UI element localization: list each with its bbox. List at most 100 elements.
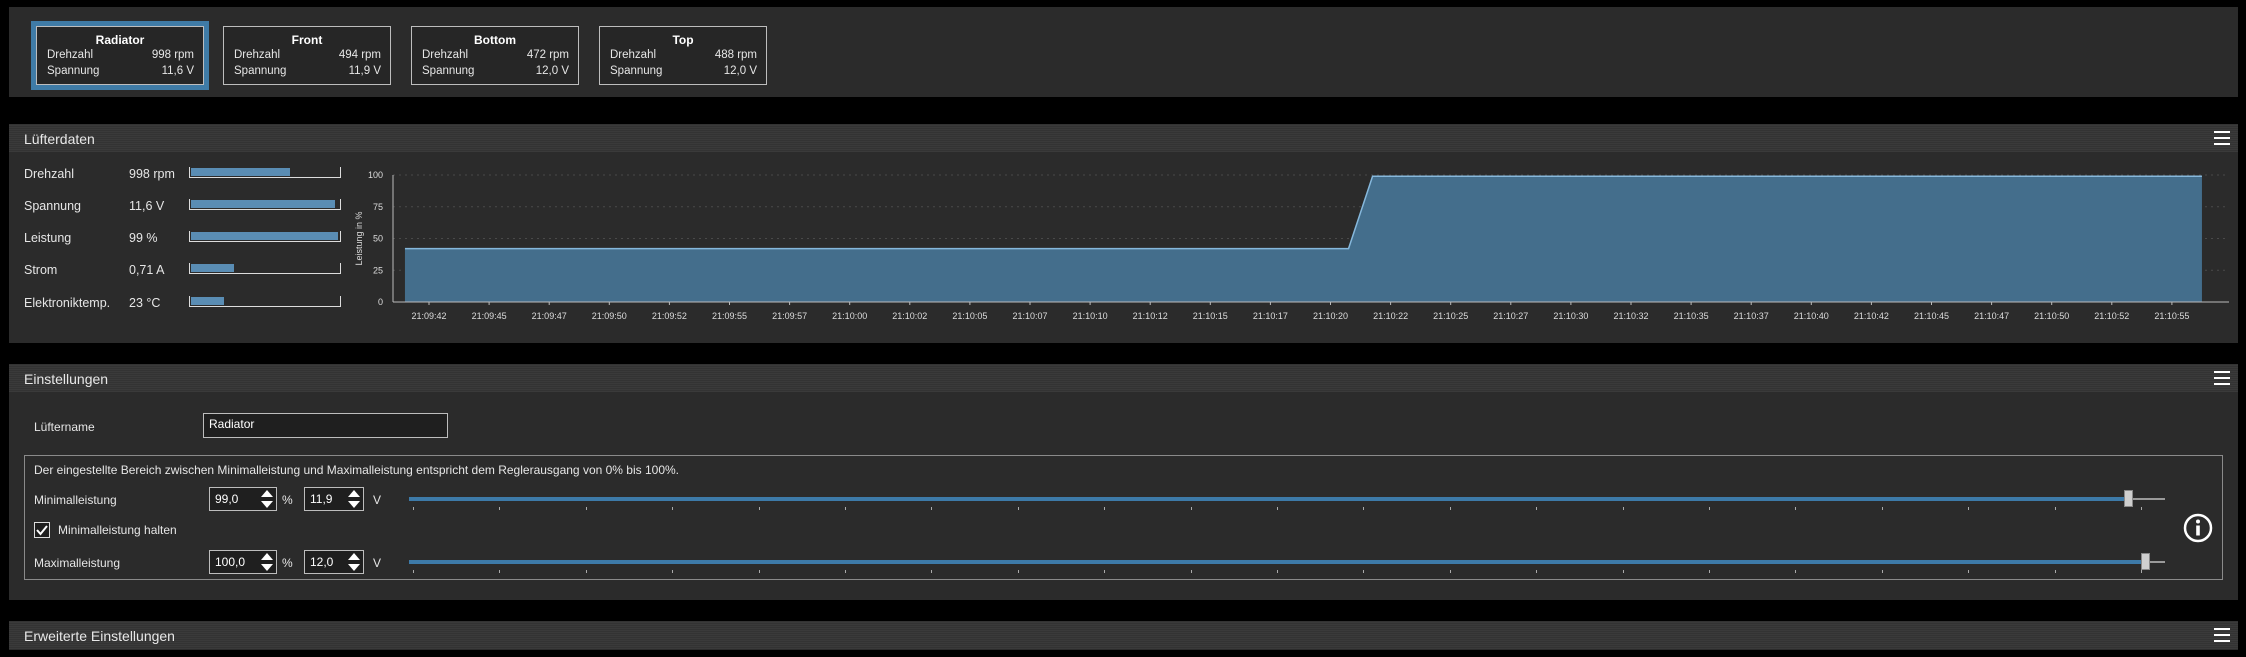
panel-header[interactable]: Erweiterte Einstellungen xyxy=(9,621,2238,649)
range-group: Der eingestellte Bereich zwischen Minima… xyxy=(24,455,2223,580)
x-tick-label: 21:10:00 xyxy=(832,311,867,321)
max-volt-value: 12,0 xyxy=(310,555,334,569)
x-tick-label: 21:10:47 xyxy=(1974,311,2009,321)
settings-panel: Einstellungen Lüftername Radiator Der ei… xyxy=(9,364,2238,600)
y-tick-label: 75 xyxy=(373,202,383,212)
x-tick-label: 21:10:17 xyxy=(1253,311,1288,321)
slider-tick xyxy=(585,570,587,573)
slider-tick xyxy=(499,507,501,510)
fan-card-front[interactable]: Front Drehzahl 494 rpm Spannung 11,9 V xyxy=(223,26,391,85)
hold-min-checkbox[interactable] xyxy=(34,522,50,538)
arrow-down-icon[interactable] xyxy=(348,564,360,571)
slider-tick xyxy=(1277,570,1278,573)
slider-thumb[interactable] xyxy=(2141,553,2150,570)
fan-card-voltage-label: Spannung xyxy=(422,65,475,77)
x-tick-label: 21:10:37 xyxy=(1734,311,1769,321)
min-volt-stepper[interactable]: 11,9 xyxy=(304,487,364,511)
x-tick-label: 21:10:42 xyxy=(1854,311,1889,321)
hold-min-label: Minimalleistung halten xyxy=(58,523,177,537)
x-tick-label: 21:09:55 xyxy=(712,311,747,321)
x-tick-label: 21:10:35 xyxy=(1674,311,1709,321)
min-percent-stepper[interactable]: 99,0 xyxy=(209,487,277,511)
y-tick-label: 50 xyxy=(373,234,383,244)
fan-card-voltage: 12,0 V xyxy=(535,65,569,77)
x-tick-label: 21:09:45 xyxy=(472,311,507,321)
fan-card-speed: 998 rpm xyxy=(151,49,194,61)
max-volt-stepper[interactable]: 12,0 xyxy=(304,550,364,574)
arrow-down-icon[interactable] xyxy=(261,564,273,571)
y-tick-label: 0 xyxy=(378,297,383,307)
min-volt-value: 11,9 xyxy=(310,492,333,506)
max-percent-stepper[interactable]: 100,0 xyxy=(209,550,277,574)
arrow-down-icon[interactable] xyxy=(261,501,273,508)
range-info-text: Der eingestellte Bereich zwischen Minima… xyxy=(34,463,679,477)
fan-card-voltage: 11,9 V xyxy=(348,65,381,77)
slider-tick xyxy=(845,570,846,573)
arrow-up-icon[interactable] xyxy=(348,553,360,560)
x-tick-label: 21:10:02 xyxy=(892,311,927,321)
arrow-down-icon[interactable] xyxy=(348,501,360,508)
x-tick-label: 21:10:10 xyxy=(1073,311,1108,321)
x-tick-label: 21:10:30 xyxy=(1553,311,1588,321)
fan-card-name: Top xyxy=(672,33,694,47)
x-tick-label: 21:09:57 xyxy=(772,311,807,321)
slider-rest xyxy=(2127,498,2165,500)
advanced-settings-title: Erweiterte Einstellungen xyxy=(24,628,175,644)
slider-tick xyxy=(413,570,414,573)
advanced-settings-panel: Erweiterte Einstellungen xyxy=(9,621,2238,650)
x-tick-label: 21:09:50 xyxy=(592,311,627,321)
settings-title: Einstellungen xyxy=(24,371,109,387)
x-tick-label: 21:10:27 xyxy=(1493,311,1528,321)
slider-tick xyxy=(845,507,846,510)
menu-icon[interactable] xyxy=(2214,628,2230,642)
slider-thumb[interactable] xyxy=(2123,490,2133,507)
slider-track xyxy=(409,560,2145,564)
fan-card-bottom[interactable]: Bottom Drehzahl 472 rpm Spannung 12,0 V xyxy=(411,26,579,85)
slider-tick xyxy=(413,507,414,510)
arrow-up-icon[interactable] xyxy=(348,490,360,497)
fan-card-name: Front xyxy=(291,33,323,47)
slider-tick xyxy=(2141,570,2142,573)
slider-tick xyxy=(1190,507,1192,510)
x-tick-label: 21:10:55 xyxy=(2154,311,2189,321)
arrow-up-icon[interactable] xyxy=(261,490,273,497)
slider-tick xyxy=(931,570,933,573)
slider-tick xyxy=(499,570,501,573)
fan-card-voltage-label: Spannung xyxy=(47,65,100,77)
slider-tick xyxy=(2054,570,2056,573)
slider-tick xyxy=(1449,507,1451,510)
x-tick-label: 21:10:45 xyxy=(1914,311,1949,321)
min-power-slider[interactable] xyxy=(409,486,2165,514)
fan-data-panel: Lüfterdaten Drehzahl 998 rpm Spannung 11… xyxy=(9,124,2238,343)
panel-header: Einstellungen xyxy=(9,364,2238,392)
slider-tick xyxy=(1190,570,1192,573)
max-power-slider[interactable] xyxy=(409,549,2165,577)
fan-card-speed: 472 rpm xyxy=(526,49,569,61)
slider-tick xyxy=(1881,507,1883,510)
x-tick-label: 21:10:52 xyxy=(2094,311,2129,321)
fan-card-name: Radiator xyxy=(95,33,145,47)
x-tick-label: 21:10:12 xyxy=(1133,311,1168,321)
max-percent-value: 100,0 xyxy=(215,555,246,569)
fan-card-speed-label: Drehzahl xyxy=(47,49,94,61)
x-tick-label: 21:10:50 xyxy=(2034,311,2069,321)
x-tick-label: 21:09:52 xyxy=(652,311,687,321)
fan-selection-panel: Radiator Drehzahl 998 rpm Spannung 11,6 … xyxy=(9,7,2238,97)
menu-icon[interactable] xyxy=(2214,371,2230,385)
slider-tick xyxy=(1277,507,1278,510)
arrow-up-icon[interactable] xyxy=(261,553,273,560)
percent-unit: % xyxy=(282,493,293,507)
fan-card-speed-label: Drehzahl xyxy=(610,49,657,61)
slider-tick xyxy=(1968,570,1970,573)
x-tick-label: 21:10:15 xyxy=(1193,311,1228,321)
x-tick-label: 21:09:47 xyxy=(532,311,567,321)
fan-card-top[interactable]: Top Drehzahl 488 rpm Spannung 12,0 V xyxy=(599,26,767,85)
slider-tick xyxy=(1709,570,1710,573)
slider-tick xyxy=(758,570,760,573)
slider-tick xyxy=(1881,570,1883,573)
fan-card-radiator[interactable]: Radiator Drehzahl 998 rpm Spannung 11,6 … xyxy=(31,21,209,90)
x-tick-label: 21:10:32 xyxy=(1613,311,1648,321)
info-icon[interactable] xyxy=(2182,512,2214,544)
fan-name-input[interactable]: Radiator xyxy=(203,413,448,438)
fan-card-speed-label: Drehzahl xyxy=(234,49,281,61)
